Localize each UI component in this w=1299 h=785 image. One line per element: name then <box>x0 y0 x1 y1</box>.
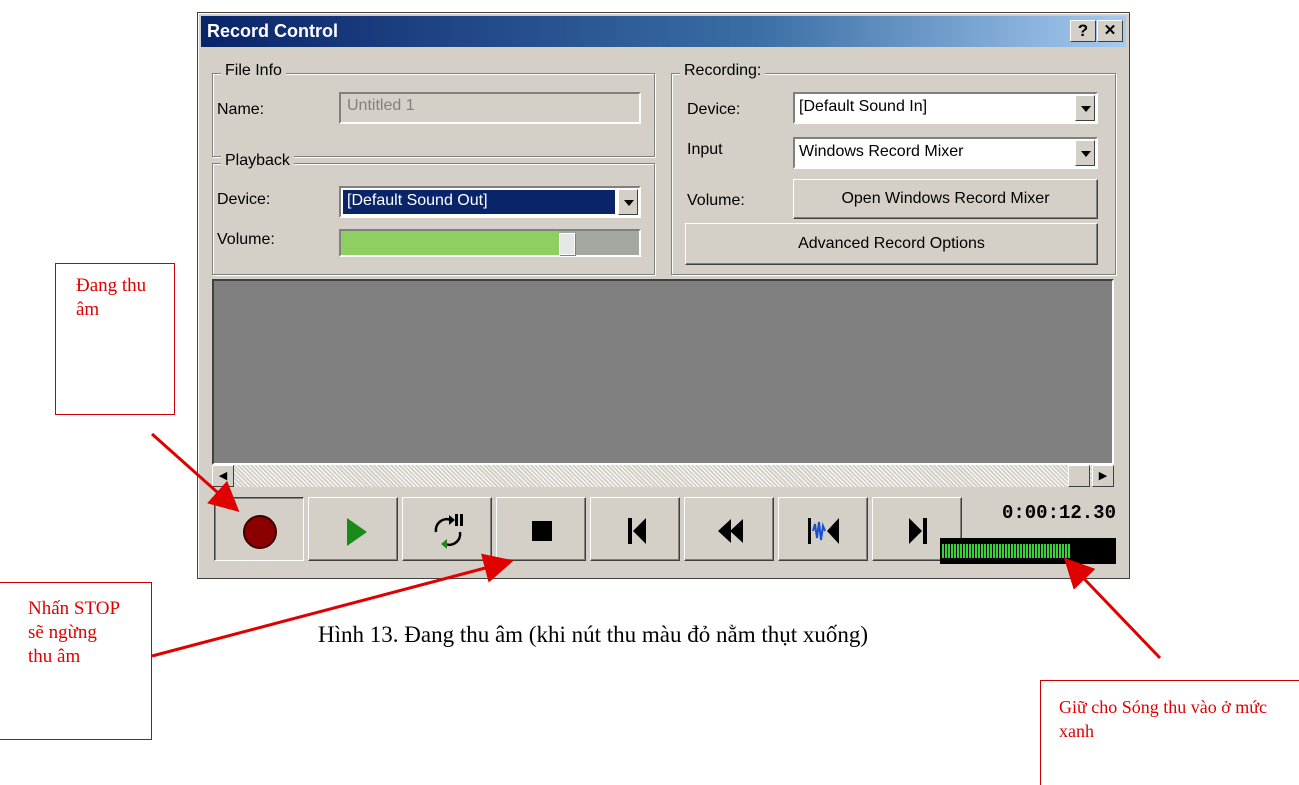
arrow-to-record-button <box>151 432 240 512</box>
annotation-arrows <box>151 432 1162 660</box>
arrow-to-stop-button <box>151 553 514 658</box>
arrow-to-level-meter <box>1063 557 1162 660</box>
